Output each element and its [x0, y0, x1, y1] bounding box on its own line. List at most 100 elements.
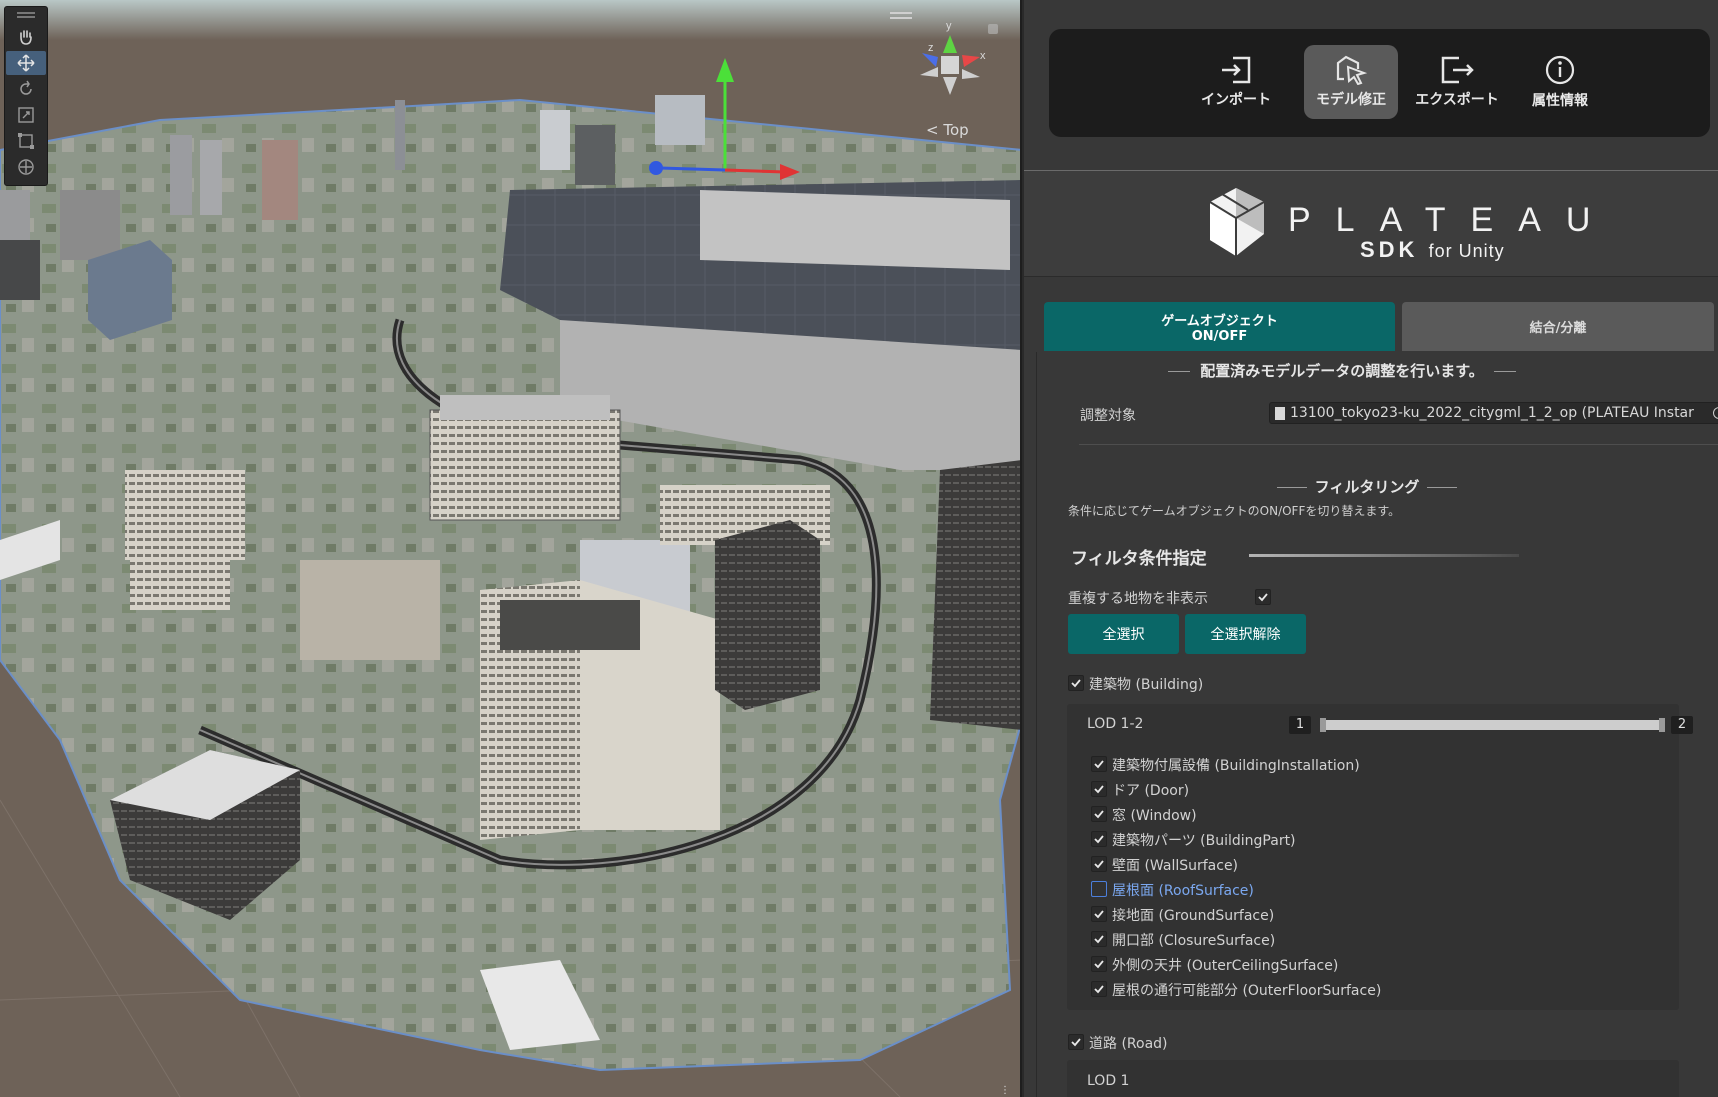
tab-gameobject-onoff[interactable]: ゲームオブジェクト ON/OFF: [1044, 302, 1395, 351]
surface-checkbox[interactable]: [1091, 931, 1107, 947]
gizmo-axis-x: x: [980, 50, 986, 62]
hand-tool-button[interactable]: [6, 25, 46, 49]
gizmo-axis-z: z: [928, 42, 934, 54]
surface-label: 屋根の通行可能部分 (OuterFloorSurface): [1112, 983, 1382, 999]
target-label: 調整対象: [1080, 408, 1136, 424]
rotate-tool-button[interactable]: [6, 77, 46, 101]
main-menu: インポート モデル修正 エクスポート 属性情報: [1049, 29, 1710, 137]
surface-checkbox[interactable]: [1091, 806, 1107, 822]
check-icon: [1258, 593, 1268, 602]
check-icon: [1094, 810, 1104, 819]
content-headline: 配置済みモデルデータの調整を行います。: [1037, 360, 1647, 381]
info-icon: [1545, 55, 1575, 85]
plateau-logo: PLATEAU SDK for Unity: [1024, 171, 1718, 277]
tab-gameobject-line1: ゲームオブジェクト: [1161, 313, 1278, 329]
surface-checkbox[interactable]: [1091, 956, 1107, 972]
section-underline: [1249, 554, 1519, 557]
surface-label: 接地面 (GroundSurface): [1112, 908, 1275, 924]
lock-icon[interactable]: [988, 24, 998, 34]
rect-tool-button[interactable]: [6, 129, 46, 153]
drag-grip[interactable]: [5, 7, 47, 23]
scale-icon: [18, 107, 34, 123]
surface-checkbox[interactable]: [1091, 756, 1107, 772]
separator: [1079, 444, 1718, 445]
check-icon: [1094, 860, 1104, 869]
sdk-label: SDK: [1360, 237, 1419, 262]
scene-view[interactable]: y z x < Top ⋮: [0, 0, 1022, 1097]
sdk-for-unity: SDK for Unity: [1360, 237, 1505, 263]
object-picker-icon[interactable]: [1713, 407, 1718, 419]
edit-cursor-icon: [1336, 55, 1368, 85]
more-options-icon[interactable]: ⋮: [1000, 1085, 1010, 1096]
tab-gameobject-line2: ON/OFF: [1191, 328, 1248, 344]
surface-checkbox[interactable]: [1091, 981, 1107, 997]
lod-range-slider[interactable]: [1320, 718, 1665, 732]
export-button[interactable]: エクスポート: [1410, 45, 1504, 119]
attributes-button[interactable]: 属性情報: [1513, 45, 1607, 119]
surface-checkbox[interactable]: [1091, 781, 1107, 797]
surface-label: 建築物パーツ (BuildingPart): [1112, 833, 1296, 849]
surface-checkbox[interactable]: [1091, 856, 1107, 872]
model-edit-button[interactable]: モデル修正: [1304, 45, 1398, 119]
hide-duplicates-label: 重複する地物を非表示: [1068, 591, 1208, 607]
surface-label: ドア (Door): [1112, 783, 1190, 799]
plateau-cube-icon: [1209, 188, 1265, 256]
check-icon: [1071, 679, 1081, 688]
model-edit-label: モデル修正: [1316, 92, 1386, 108]
target-object-value: 13100_tokyo23-ku_2022_citygml_1_2_op (PL…: [1290, 405, 1694, 421]
import-button[interactable]: インポート: [1189, 45, 1283, 119]
app-window: y z x < Top ⋮ インポート モデル修正 エクスポート 属性情報 PL…: [0, 0, 1718, 1097]
import-label: インポート: [1201, 92, 1271, 108]
road-checkbox[interactable]: [1068, 1034, 1084, 1050]
transform-icon: [18, 159, 34, 175]
filter-content: 配置済みモデルデータの調整を行います。 調整対象 13100_tokyo23-k…: [1036, 352, 1718, 1097]
lod-label: LOD 1-2: [1087, 716, 1144, 732]
check-icon: [1071, 1038, 1081, 1047]
select-all-button[interactable]: 全選択: [1068, 614, 1179, 654]
lod-min-handle[interactable]: [1320, 718, 1326, 732]
lod-max-handle[interactable]: [1659, 718, 1665, 732]
deselect-all-button[interactable]: 全選択解除: [1185, 614, 1306, 654]
lod-slider-fill: [1320, 720, 1665, 730]
scene-menu-icon[interactable]: [890, 12, 912, 20]
check-icon: [1094, 910, 1104, 919]
check-icon: [1094, 835, 1104, 844]
export-label: エクスポート: [1415, 92, 1499, 108]
lod-max-value[interactable]: 2: [1671, 716, 1693, 734]
filter-description: 条件に応じてゲームオブジェクトのON/OFFを切り替えます。: [1068, 504, 1401, 518]
surface-label: 開口部 (ClosureSurface): [1112, 933, 1276, 949]
surface-checkbox[interactable]: [1091, 831, 1107, 847]
gizmo-view-label[interactable]: < Top: [926, 121, 969, 139]
check-icon: [1094, 760, 1104, 769]
city-3d-model[interactable]: y z x: [0, 0, 1022, 1097]
road-lod-panel: [1067, 1060, 1679, 1097]
road-lod-label: LOD 1: [1087, 1073, 1130, 1089]
surface-label: 建築物付属設備 (BuildingInstallation): [1112, 758, 1360, 774]
import-icon: [1222, 56, 1251, 84]
filter-condition-title: フィルタ条件指定: [1071, 549, 1207, 569]
target-object-field[interactable]: 13100_tokyo23-ku_2022_citygml_1_2_op (PL…: [1269, 402, 1718, 424]
rotate-icon: [20, 80, 32, 95]
surface-label: 壁面 (WallSurface): [1112, 858, 1239, 874]
surface-checkbox[interactable]: [1091, 881, 1107, 897]
transform-tool-button[interactable]: [6, 155, 46, 179]
plateau-panel: インポート モデル修正 エクスポート 属性情報 PLATEAU SDK for …: [1024, 0, 1718, 1097]
file-icon: [1275, 407, 1285, 420]
road-label: 道路 (Road): [1089, 1036, 1168, 1052]
tab-merge-split[interactable]: 結合/分離: [1402, 302, 1714, 351]
surface-label: 屋根面 (RoofSurface): [1112, 883, 1254, 899]
move-tool-button[interactable]: [6, 51, 46, 75]
for-unity-label: for Unity: [1428, 241, 1505, 261]
building-checkbox[interactable]: [1068, 675, 1084, 691]
export-icon: [1441, 56, 1474, 84]
scale-tool-button[interactable]: [6, 103, 46, 127]
building-label: 建築物 (Building): [1089, 677, 1204, 693]
check-icon: [1094, 960, 1104, 969]
surface-checkbox[interactable]: [1091, 906, 1107, 922]
plateau-title: PLATEAU: [1288, 201, 1616, 239]
lod-min-value[interactable]: 1: [1289, 716, 1311, 734]
scene-tool-strip: [4, 6, 48, 186]
gizmo-axis-y: y: [946, 20, 952, 32]
check-icon: [1094, 985, 1104, 994]
hide-duplicates-checkbox[interactable]: [1255, 589, 1271, 605]
